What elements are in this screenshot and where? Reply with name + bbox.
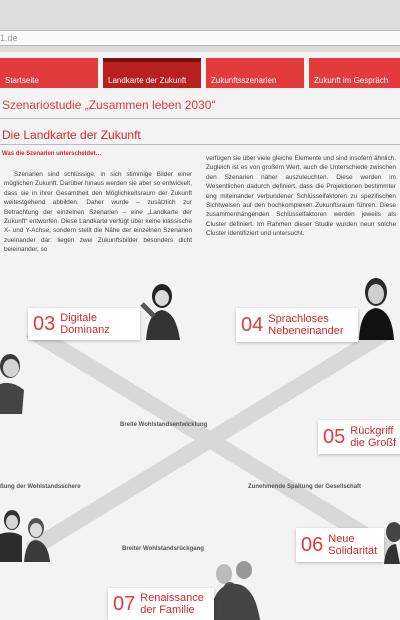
page-title: Die Landkarte der Zukunft — [2, 128, 141, 142]
person-photo — [210, 560, 270, 620]
cluster-label: Renaissance der Familie — [140, 592, 204, 616]
person-photo — [140, 280, 184, 340]
cluster-number: 04 — [241, 313, 264, 336]
person-photo — [356, 274, 396, 340]
person-photo — [0, 350, 26, 414]
address-bar[interactable]: 1.de — [0, 30, 400, 46]
cluster-label: Digitale Dominanz — [60, 312, 110, 336]
article-column-1: Szenarien sind schlüssige, in sich stimm… — [4, 171, 192, 254]
nav-tab-zukunftsszenarien[interactable]: Zukunftsszenarien — [206, 58, 304, 88]
axis-label-left: ßung der Wohlstandsschere — [0, 484, 81, 490]
cluster-label: Rückgriff die Großf — [350, 425, 397, 449]
divider — [0, 118, 400, 119]
cluster-label: Sprachloses Nebeneinander — [268, 313, 344, 337]
nav-tab-zukunft-im-gespraech[interactable]: Zukunft im Gespräch — [309, 58, 400, 88]
nav-tab-landkarte[interactable]: Landkarte der Zukunft — [103, 58, 201, 88]
web-page: Startseite Landkarte der Zukunft Zukunft… — [0, 52, 400, 620]
person-photo — [0, 506, 50, 562]
cluster-number: 05 — [323, 425, 346, 448]
article-column-2: verfügen sie über viele gleiche Elemente… — [206, 155, 396, 238]
study-title: Szenariostudie „Zusammen leben 2030“ — [2, 98, 216, 112]
cluster-number: 03 — [33, 312, 56, 335]
cluster-number: 06 — [301, 533, 324, 556]
cluster-04[interactable]: 04 Sprachloses Nebeneinander — [236, 308, 358, 342]
cluster-07[interactable]: 07 Renaissance der Familie — [108, 588, 214, 620]
nav-tab-startseite[interactable]: Startseite — [0, 58, 98, 88]
cluster-label: Neue Solidarität — [328, 533, 378, 557]
axis-label-bottom: Breiter Wohlstandsrückgang — [122, 546, 204, 552]
cluster-05[interactable]: 05 Rückgriff die Großf — [318, 420, 400, 454]
cluster-number: 07 — [113, 592, 136, 615]
browser-chrome: 1.de — [0, 0, 400, 52]
cluster-03[interactable]: 03 Digitale Dominanz — [28, 308, 140, 340]
cluster-06[interactable]: 06 Neue Solidarität — [296, 528, 384, 562]
section-subheading: Was die Szenarien unterscheidet… — [2, 151, 102, 157]
scenario-map: 03 Digitale Dominanz 04 Sprachloses Nebene… — [0, 270, 400, 620]
axis-label-top: Breite Wohlstandsentwicklung — [120, 422, 208, 428]
divider — [0, 144, 400, 145]
axis-label-right: Zunehmende Spaltung der Gesellschaft — [248, 484, 362, 490]
main-navigation: Startseite Landkarte der Zukunft Zukunft… — [0, 58, 400, 88]
